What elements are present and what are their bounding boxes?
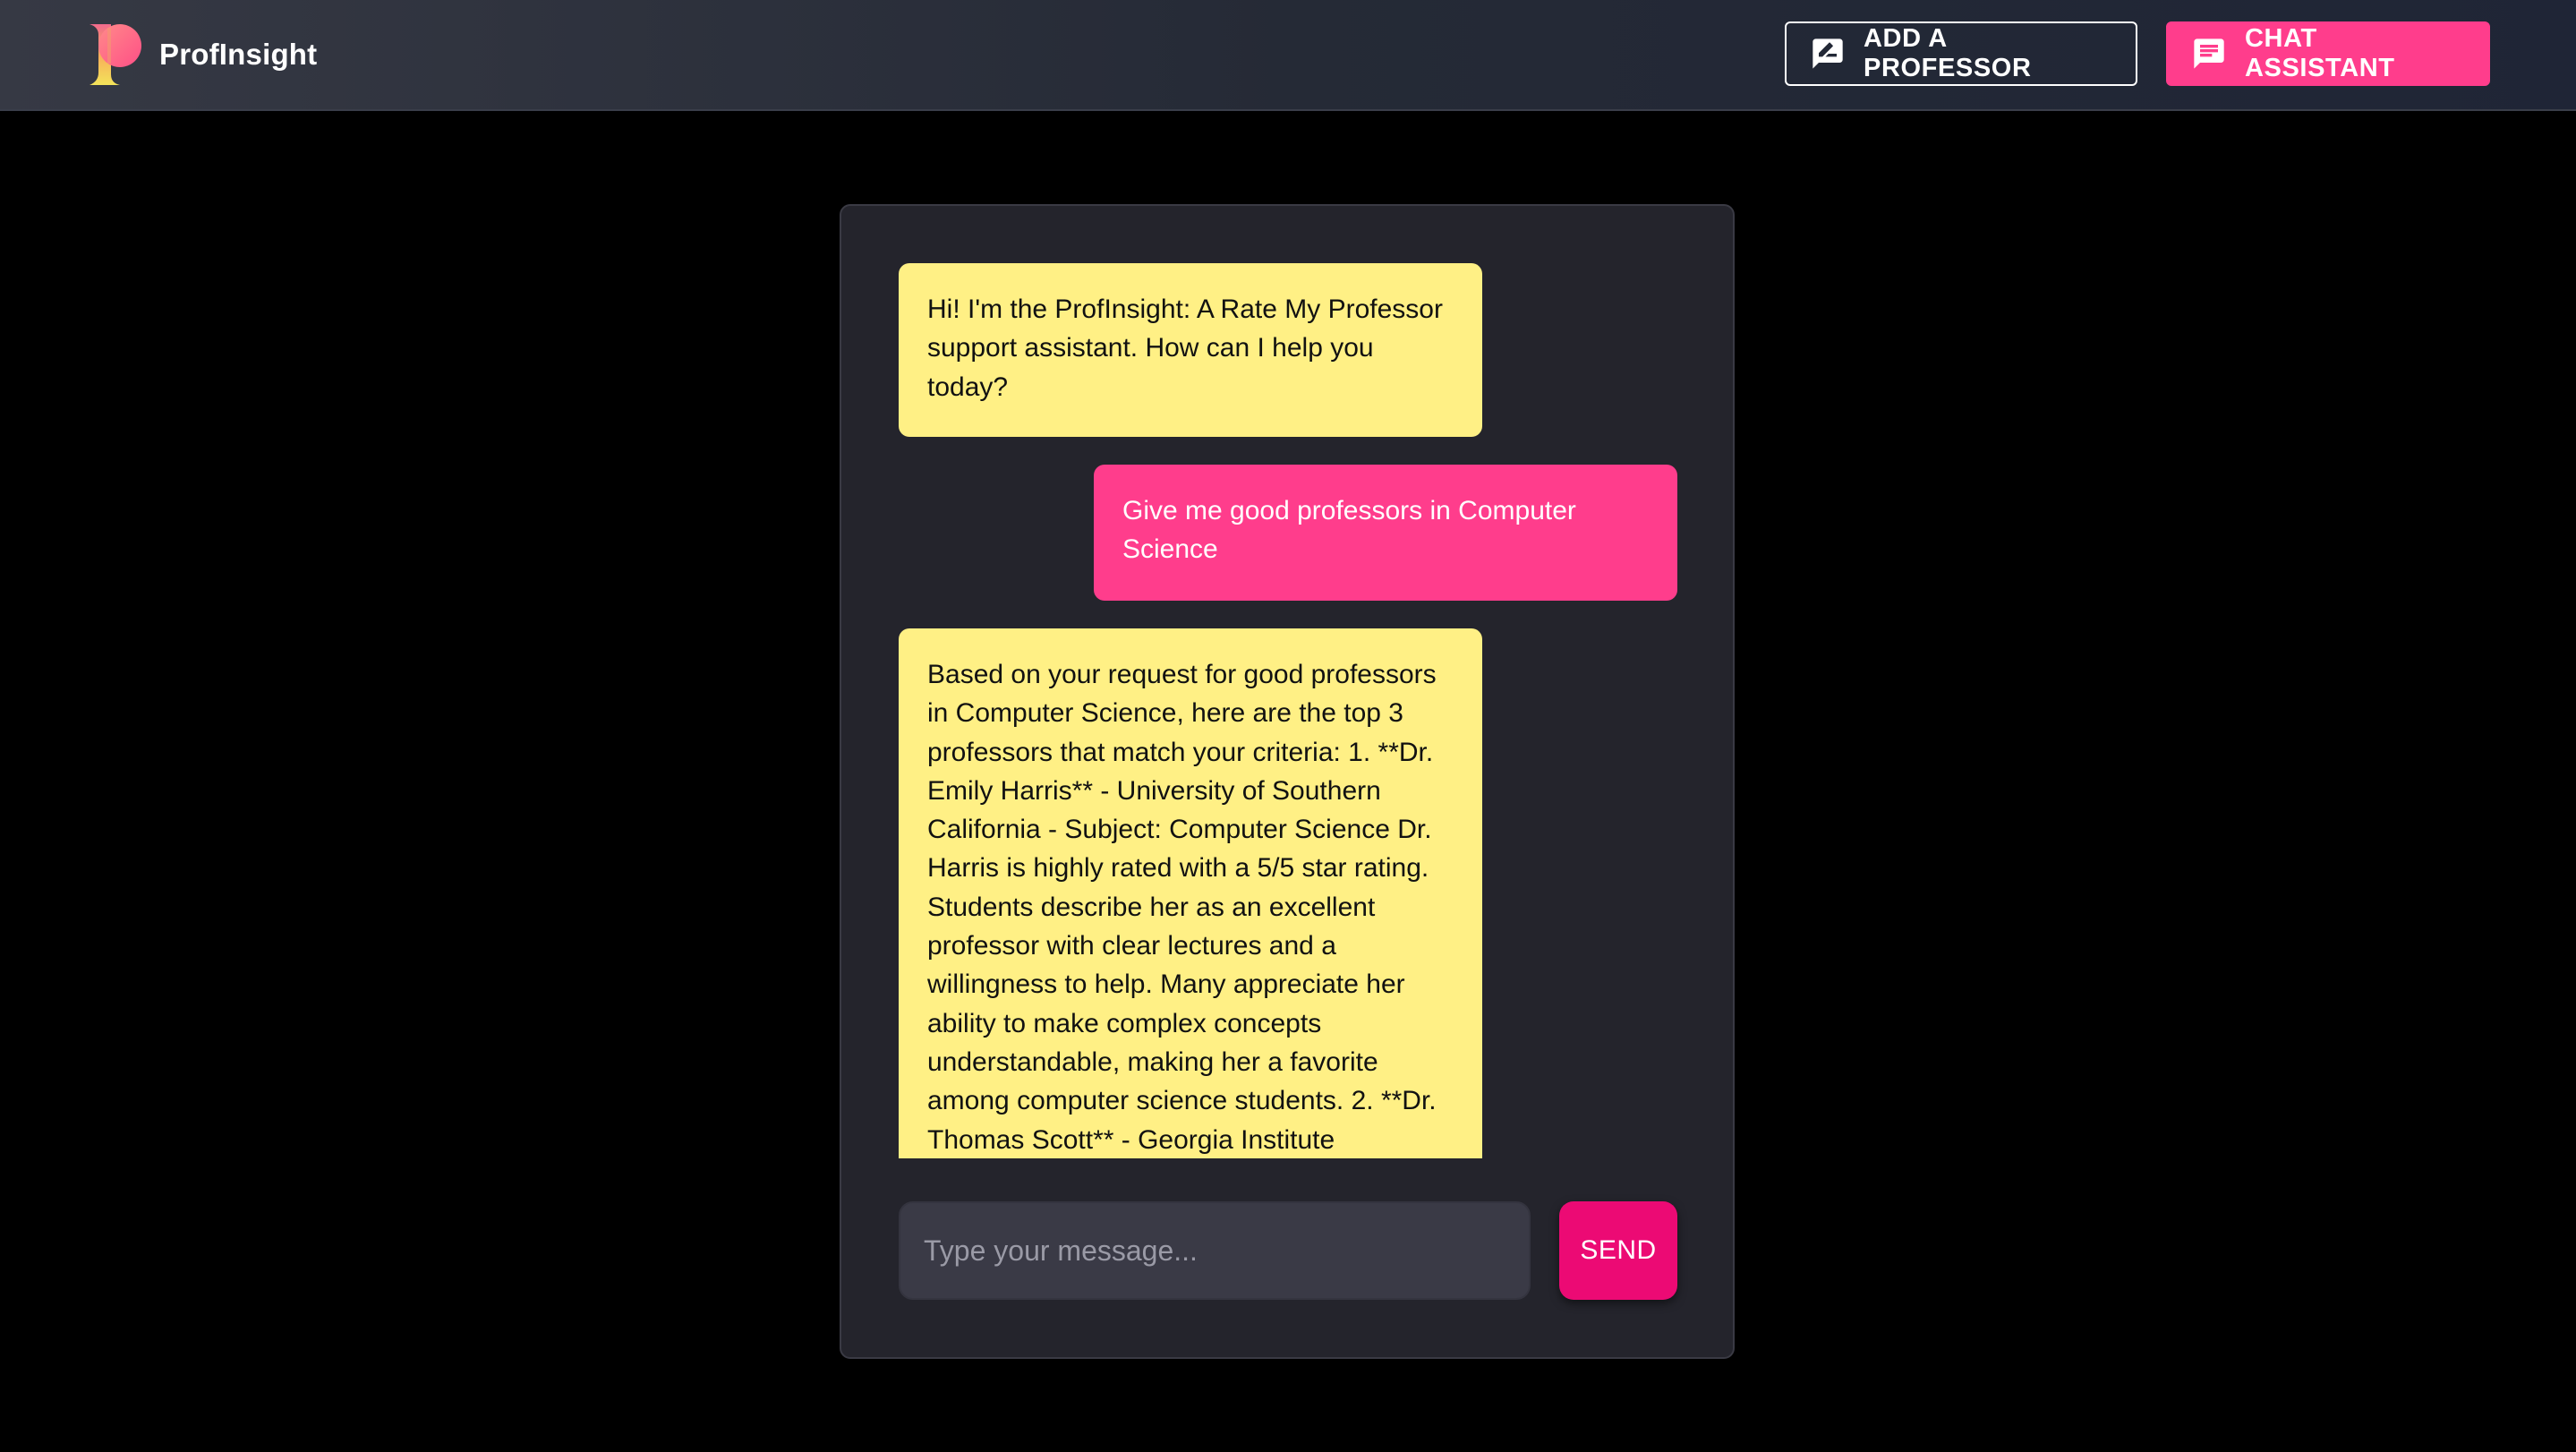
message-list[interactable]: Hi! I'm the ProfInsight: A Rate My Profe… xyxy=(899,263,1677,1158)
brand-name: ProfInsight xyxy=(159,38,318,71)
rate-review-icon xyxy=(1813,38,1843,69)
assistant-message: Based on your request for good professor… xyxy=(899,628,1482,1158)
brand[interactable]: ProfInsight xyxy=(88,21,317,88)
message-input-container xyxy=(899,1201,1531,1300)
add-professor-button[interactable]: ADD A PROFESSOR xyxy=(1785,21,2137,86)
chat-assistant-label: CHAT ASSISTANT xyxy=(2245,24,2395,82)
send-button[interactable]: SEND xyxy=(1559,1201,1677,1300)
top-navbar: ProfInsight ADD A PROFESSOR CHAT ASSISTA… xyxy=(0,0,2576,111)
user-message: Give me good professors in Computer Scie… xyxy=(1094,465,1677,601)
chat-assistant-button[interactable]: CHAT ASSISTANT xyxy=(2166,21,2490,86)
profinsight-logo-icon xyxy=(90,24,141,85)
chat-bubble-icon xyxy=(2194,38,2224,69)
chat-panel: Hi! I'm the ProfInsight: A Rate My Profe… xyxy=(840,204,1735,1359)
assistant-message: Hi! I'm the ProfInsight: A Rate My Profe… xyxy=(899,263,1482,437)
message-input[interactable] xyxy=(900,1203,1529,1298)
add-professor-label: ADD A PROFESSOR xyxy=(1864,24,2032,82)
